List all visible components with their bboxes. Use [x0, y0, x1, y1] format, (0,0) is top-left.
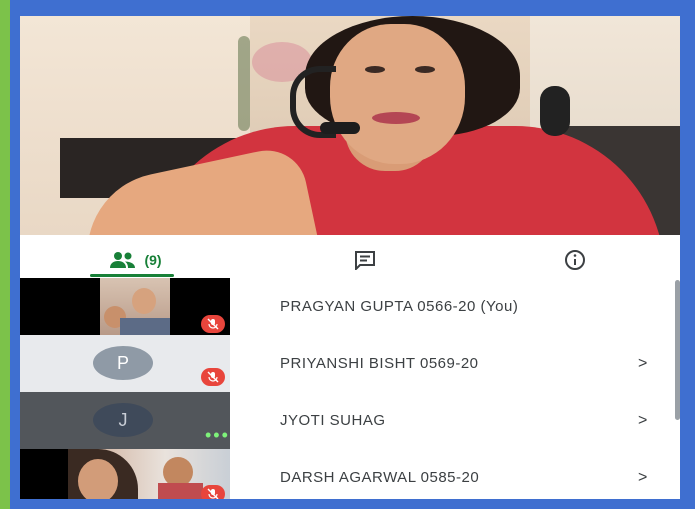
- participant-row[interactable]: P PRIYANSHI BISHT 0569-20 >: [20, 335, 680, 392]
- main-video-feed[interactable]: [20, 16, 680, 235]
- avatar: J: [93, 403, 153, 437]
- mic-muted-icon: [201, 315, 225, 333]
- chevron-right-icon[interactable]: >: [638, 449, 647, 499]
- active-tab-indicator: [90, 274, 174, 277]
- participant-row[interactable]: DARSH AGARWAL 0585-20 >: [20, 449, 680, 499]
- participant-thumbnail: P: [20, 335, 230, 392]
- chevron-right-icon[interactable]: >: [638, 392, 647, 449]
- participant-name: PRAGYAN GUPTA 0566-20 (You): [280, 298, 519, 315]
- avatar: P: [93, 346, 153, 380]
- participant-name: JYOTI SUHAG: [280, 412, 386, 429]
- chat-icon: [355, 251, 375, 270]
- participant-thumbnail: [20, 278, 230, 335]
- people-icon: [110, 252, 136, 268]
- mic-muted-icon: [201, 485, 225, 499]
- thumbnail-video: [100, 278, 170, 335]
- info-icon: [565, 250, 585, 270]
- participant-list[interactable]: PRAGYAN GUPTA 0566-20 (You) P PRIYANSHI …: [20, 278, 680, 499]
- video-plant: [238, 36, 250, 131]
- participant-thumbnail: J •••: [20, 392, 230, 449]
- device-frame: (9) PRAGYAN GUPTA 0566-20 (You) P PRIYAN…: [0, 0, 695, 509]
- participant-row[interactable]: PRAGYAN GUPTA 0566-20 (You): [20, 278, 680, 335]
- video-face: [330, 24, 465, 164]
- participant-row[interactable]: J ••• JYOTI SUHAG >: [20, 392, 680, 449]
- participant-count: (9): [144, 252, 162, 268]
- participant-thumbnail: [20, 449, 230, 499]
- chevron-right-icon[interactable]: >: [638, 335, 647, 392]
- video-eye-left: [365, 66, 385, 73]
- participant-name: PRIYANSHI BISHT 0569-20: [280, 355, 479, 372]
- microphone-icon: [320, 122, 360, 134]
- video-eye-right: [415, 66, 435, 73]
- participant-name: DARSH AGARWAL 0585-20: [280, 469, 480, 486]
- list-scrollbar[interactable]: [675, 280, 680, 420]
- video-lips: [372, 112, 420, 124]
- mic-muted-icon: [201, 368, 225, 386]
- headset-earcup: [540, 86, 570, 136]
- meet-screen: (9) PRAGYAN GUPTA 0566-20 (You) P PRIYAN…: [20, 16, 680, 499]
- more-options-icon: •••: [205, 425, 230, 445]
